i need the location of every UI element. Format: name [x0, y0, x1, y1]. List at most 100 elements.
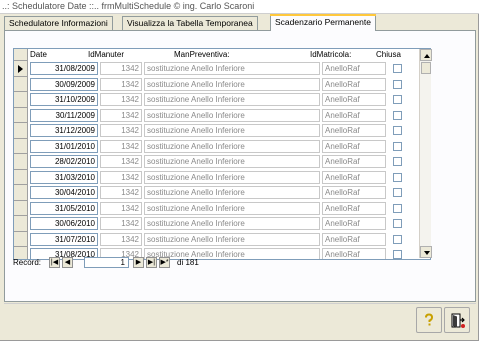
previous-record-button[interactable]: ◀ [62, 257, 73, 268]
manpreventiva-cell: sostituzione Anello Inferiore [144, 248, 320, 259]
footer-divider [4, 303, 476, 304]
current-record-input[interactable]: 1 [84, 257, 129, 268]
tab-visualizza-tabella-temporanea[interactable]: Visualizza la Tabella Temporanea [122, 16, 258, 30]
column-header-manpreventiva: ManPreventiva: [174, 50, 230, 59]
manpreventiva-cell: sostituzione Anello Inferiore [144, 186, 320, 199]
last-record-button[interactable]: ▶| [146, 257, 157, 268]
chiusa-checkbox[interactable] [393, 188, 402, 197]
row-selector[interactable] [14, 61, 28, 77]
row-selector[interactable] [14, 216, 28, 232]
table-row[interactable]: 31/08/2010 1342 sostituzione Anello Inferi… [14, 247, 419, 259]
idmatricola-cell: AnelloRaf [322, 108, 386, 122]
row-selector[interactable] [14, 123, 28, 139]
next-record-icon: ▶ [135, 259, 142, 266]
next-record-button[interactable]: ▶ [133, 257, 144, 268]
grid-vertical-scrollbar[interactable] [419, 49, 432, 258]
date-cell[interactable]: 30/04/2010 [30, 186, 98, 199]
new-record-button[interactable]: ▶* [159, 257, 170, 268]
idmatricola-cell: AnelloRaf [322, 77, 386, 91]
row-selector[interactable] [14, 138, 28, 154]
date-cell[interactable]: 30/11/2009 [30, 108, 98, 122]
idmanuter-cell: 1342 [100, 232, 142, 246]
tab-schedulatore-informazioni[interactable]: Schedulatore Informazioni [4, 16, 113, 30]
row-selector[interactable] [14, 185, 28, 201]
row-selector[interactable] [14, 231, 28, 247]
date-cell[interactable]: 28/02/2010 [30, 155, 98, 168]
table-row[interactable]: 31/01/2010 1342 sostituzione Anello Inferi… [14, 138, 419, 154]
date-cell[interactable]: 30/06/2010 [30, 217, 98, 230]
table-row[interactable]: 31/08/2009 1342 sostituzione Anello Inferi… [14, 61, 419, 77]
first-record-icon: |◀ [50, 259, 59, 266]
idmanuter-cell: 1342 [100, 93, 142, 106]
row-selector[interactable] [14, 200, 28, 216]
idmatricola-cell: AnelloRaf [322, 62, 386, 75]
date-cell[interactable]: 31/07/2010 [30, 232, 98, 246]
date-cell[interactable]: 31/03/2010 [30, 170, 98, 184]
table-row[interactable]: 31/12/2009 1342 sostituzione Anello Inferi… [14, 123, 419, 139]
idmanuter-cell: 1342 [100, 62, 142, 75]
table-row[interactable]: 30/06/2010 1342 sostituzione Anello Inferi… [14, 216, 419, 232]
chiusa-checkbox[interactable] [393, 234, 402, 244]
chiusa-checkbox[interactable] [393, 95, 402, 104]
row-selector[interactable] [14, 154, 28, 170]
new-record-icon: ▶* [160, 259, 169, 266]
help-button[interactable] [416, 307, 442, 333]
scroll-up-button[interactable] [420, 49, 432, 61]
row-selector[interactable] [14, 92, 28, 108]
manpreventiva-cell: sostituzione Anello Inferiore [144, 77, 320, 91]
table-row[interactable]: 30/04/2010 1342 sostituzione Anello Inferi… [14, 185, 419, 201]
scadenzario-grid: Date IdManuter ManPreventiva: IdMatricol… [13, 48, 431, 260]
idmanuter-cell: 1342 [100, 139, 142, 153]
table-row[interactable]: 31/10/2009 1342 sostituzione Anello Inferi… [14, 92, 419, 108]
idmanuter-cell: 1342 [100, 217, 142, 230]
row-selector[interactable] [14, 107, 28, 123]
scroll-thumb[interactable] [421, 62, 431, 74]
record-label: Record: [13, 258, 42, 267]
date-cell[interactable]: 31/08/2009 [30, 62, 98, 75]
column-header-date: Date [30, 50, 47, 59]
date-cell[interactable]: 30/09/2009 [30, 77, 98, 91]
manpreventiva-cell: sostituzione Anello Inferiore [144, 124, 320, 137]
date-cell[interactable]: 31/10/2009 [30, 93, 98, 106]
idmatricola-cell: AnelloRaf [322, 186, 386, 199]
chiusa-checkbox[interactable] [393, 172, 402, 182]
table-row[interactable]: 31/05/2010 1342 sostituzione Anello Inferi… [14, 200, 419, 216]
chiusa-checkbox[interactable] [393, 110, 402, 120]
manpreventiva-cell: sostituzione Anello Inferiore [144, 108, 320, 122]
previous-record-icon: ◀ [64, 259, 71, 266]
row-selector[interactable] [14, 76, 28, 92]
row-selector[interactable] [14, 169, 28, 185]
date-cell[interactable]: 31/01/2010 [30, 139, 98, 153]
table-row[interactable]: 31/03/2010 1342 sostituzione Anello Inferi… [14, 169, 419, 185]
chiusa-checkbox[interactable] [393, 64, 402, 73]
chiusa-checkbox[interactable] [393, 79, 402, 89]
idmatricola-cell: AnelloRaf [322, 124, 386, 137]
idmatricola-cell: AnelloRaf [322, 155, 386, 168]
column-header-idmanuter: IdManuter [88, 50, 125, 59]
table-row[interactable]: 31/07/2010 1342 sostituzione Anello Inferi… [14, 231, 419, 247]
date-cell[interactable]: 31/05/2010 [30, 201, 98, 215]
scroll-down-button[interactable] [420, 246, 432, 258]
table-row[interactable]: 30/09/2009 1342 sostituzione Anello Inferi… [14, 76, 419, 92]
exit-button[interactable] [444, 307, 470, 333]
table-row[interactable]: 30/11/2009 1342 sostituzione Anello Inferi… [14, 107, 419, 123]
tab-scadenzario-permanente[interactable]: Scadenzario Permanente [270, 14, 376, 31]
idmanuter-cell: 1342 [100, 186, 142, 199]
idmatricola-cell: AnelloRaf [322, 139, 386, 153]
table-row[interactable]: 28/02/2010 1342 sostituzione Anello Inferi… [14, 154, 419, 170]
date-cell[interactable]: 31/12/2009 [30, 124, 98, 137]
idmatricola-cell: AnelloRaf [322, 201, 386, 215]
first-record-button[interactable]: |◀ [49, 257, 60, 268]
chiusa-checkbox[interactable] [393, 250, 402, 259]
chiusa-checkbox[interactable] [393, 157, 402, 166]
chiusa-checkbox[interactable] [393, 203, 402, 213]
chiusa-checkbox[interactable] [393, 219, 402, 228]
manpreventiva-cell: sostituzione Anello Inferiore [144, 139, 320, 153]
chiusa-checkbox[interactable] [393, 126, 402, 135]
window-title: ..: Schedulatore Date ::.. frmMultiSched… [0, 0, 479, 13]
manpreventiva-cell: sostituzione Anello Inferiore [144, 201, 320, 215]
chiusa-checkbox[interactable] [393, 141, 402, 151]
idmanuter-cell: 1342 [100, 201, 142, 215]
idmatricola-cell: AnelloRaf [322, 217, 386, 230]
manpreventiva-cell: sostituzione Anello Inferiore [144, 62, 320, 75]
